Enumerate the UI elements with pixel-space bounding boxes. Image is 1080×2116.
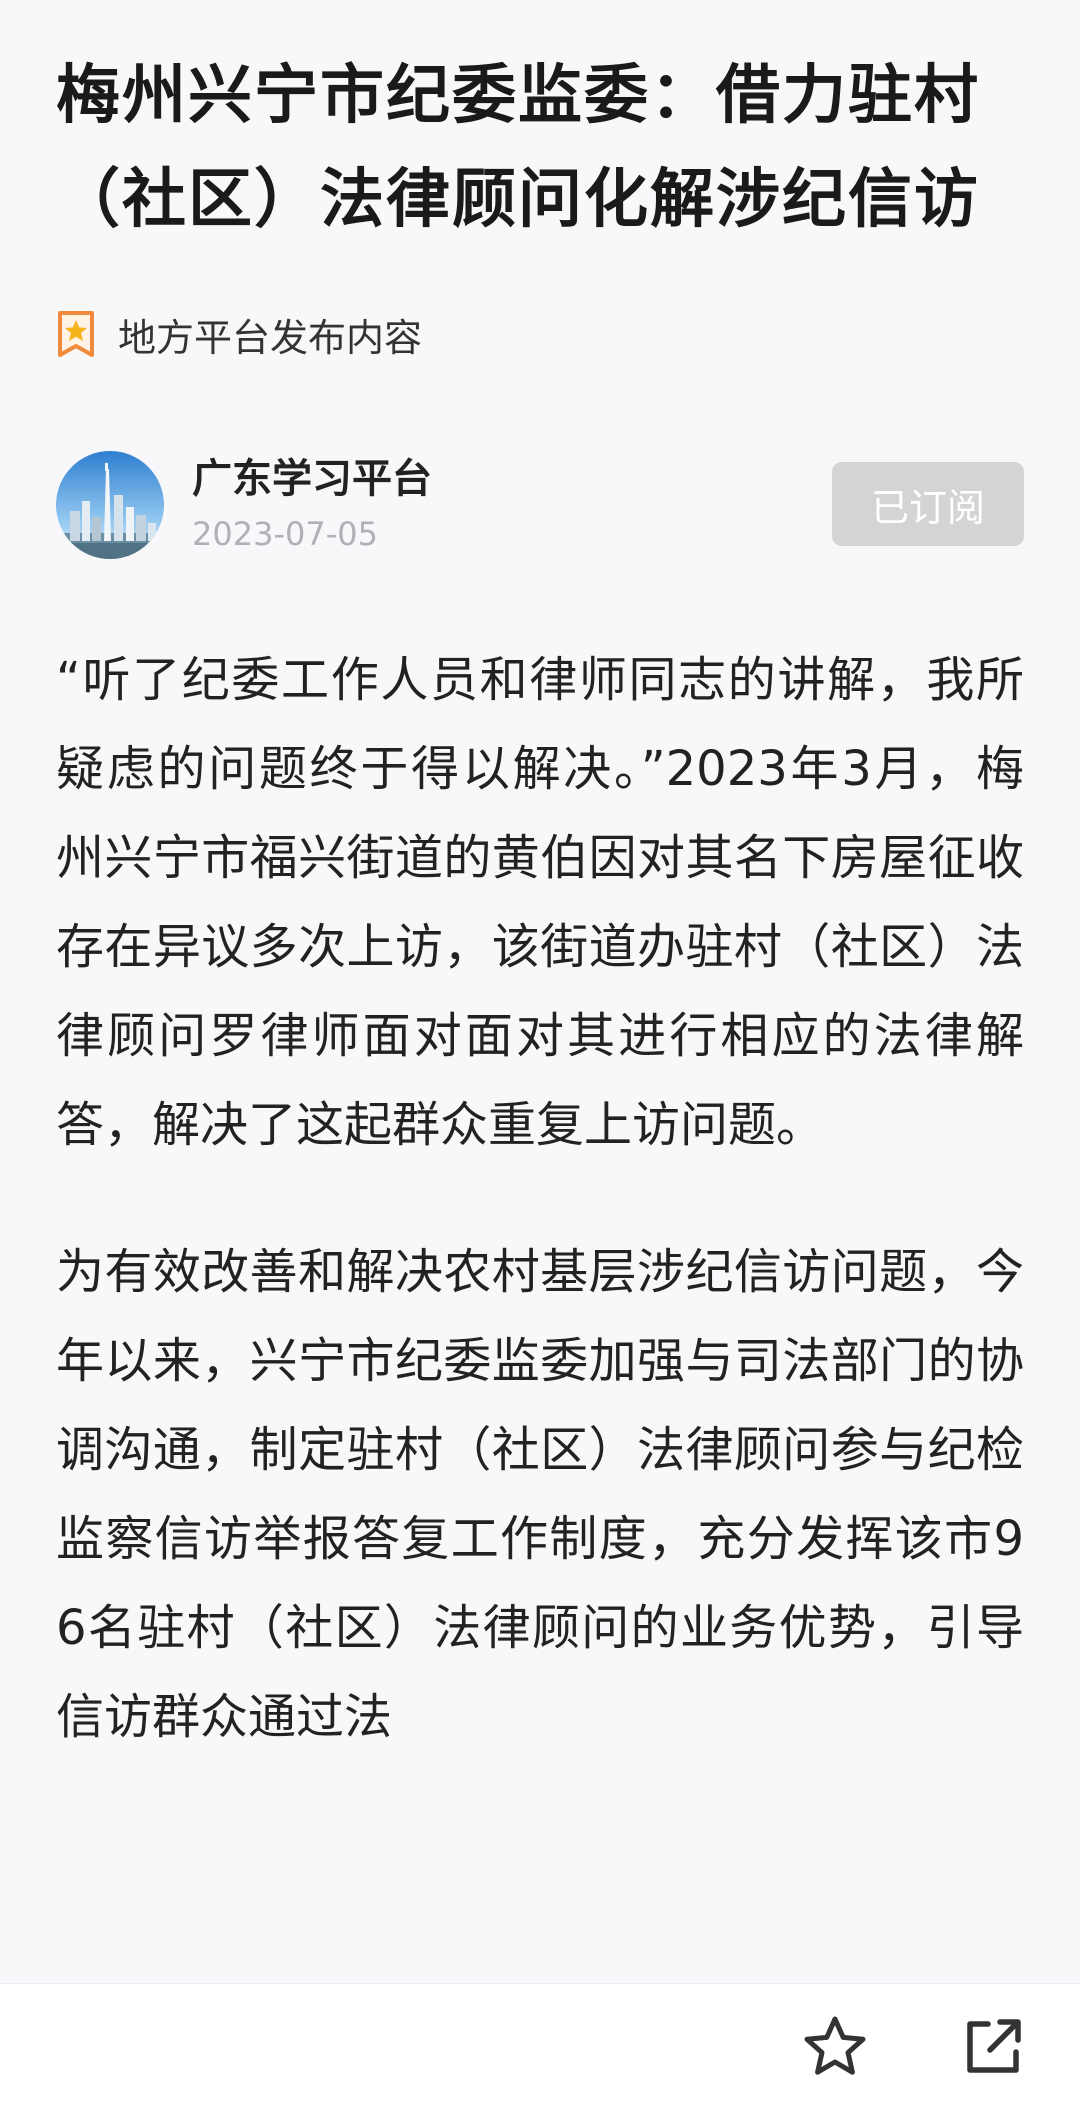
star-outline-icon xyxy=(802,2014,868,2084)
author-name[interactable]: 广东学习平台 xyxy=(192,453,432,505)
article-body: “听了纪委工作人员和律师同志的讲解，我所疑虑的问题终于得以解决。”2023年3月… xyxy=(56,636,1024,1762)
bookmark-star-icon xyxy=(56,310,96,358)
author-meta: 广东学习平台 2023-07-05 xyxy=(192,453,432,557)
article-content: 梅州兴宁市纪委监委：借力驻村（社区）法律顾问化解涉纪信访 地方平台发布内容 广东… xyxy=(0,0,1080,1983)
article-title: 梅州兴宁市纪委监委：借力驻村（社区）法律顾问化解涉纪信访 xyxy=(56,59,980,237)
author-row: 广东学习平台 2023-07-05 已订阅 xyxy=(56,450,1024,560)
author-avatar[interactable] xyxy=(56,451,164,559)
favorite-button[interactable] xyxy=(800,2014,870,2084)
subscribe-button[interactable]: 已订阅 xyxy=(832,462,1024,546)
source-tag: 地方平台发布内容 xyxy=(56,304,1024,364)
publish-date: 2023-07-05 xyxy=(192,515,378,553)
share-external-icon xyxy=(962,2016,1024,2082)
share-button[interactable] xyxy=(958,2014,1028,2084)
source-tag-label: 地方平台发布内容 xyxy=(118,315,423,360)
article-paragraph: 为有效改善和解决农村基层涉纪信访问题，今年以来，兴宁市纪委监委加强与司法部门的协… xyxy=(56,1244,1024,1745)
article-paragraph: “听了纪委工作人员和律师同志的讲解，我所疑虑的问题终于得以解决。”2023年3月… xyxy=(56,652,1024,1153)
bottom-action-bar xyxy=(0,1983,1080,2116)
